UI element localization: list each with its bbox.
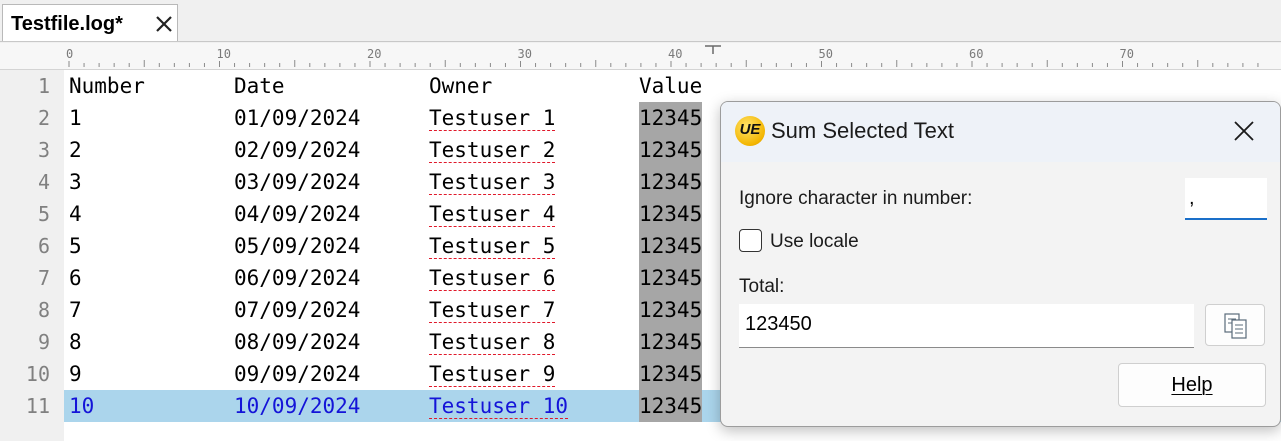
total-label: Total: [739, 276, 785, 297]
header-owner: Owner [429, 74, 493, 98]
cell-date: 04/09/2024 [234, 202, 361, 226]
dialog-title: Sum Selected Text [771, 118, 955, 143]
cell-owner: Testuser 9 [429, 362, 556, 386]
total-field[interactable]: 123450 [739, 304, 1194, 348]
ruler-mark-label: 40 [668, 47, 682, 61]
line-number: 2 [37, 106, 50, 130]
close-icon[interactable] [1229, 116, 1259, 146]
line-number: 7 [37, 266, 50, 290]
ignore-character-label: Ignore character in number: [739, 188, 973, 209]
cell-value-selected: 12345 [639, 358, 703, 390]
dialog-title-bar[interactable]: UE Sum Selected Text [721, 102, 1280, 162]
cell-date: 02/09/2024 [234, 138, 361, 162]
logo-text: UE [739, 121, 761, 138]
cell-owner: Testuser 10 [429, 394, 569, 418]
ruler-caret-marker [705, 45, 721, 54]
line-number: 11 [25, 394, 50, 418]
sum-selected-text-dialog: UE Sum Selected Text Ignore character in… [720, 101, 1281, 427]
cell-number: 9 [69, 362, 82, 386]
cell-number: 2 [69, 138, 82, 162]
ruler-mark-label: 30 [518, 47, 532, 61]
cell-number: 10 [69, 394, 95, 418]
header-date: Date [234, 74, 285, 98]
cell-date: 01/09/2024 [234, 106, 361, 130]
line-number: 3 [37, 138, 50, 162]
column-ruler[interactable]: 0 10 20 30 40 50 60 70 [0, 43, 1281, 70]
tab-testfile[interactable]: Testfile.log* [2, 4, 178, 41]
use-locale-checkbox[interactable] [739, 229, 762, 252]
cell-date: 09/09/2024 [234, 362, 361, 386]
tab-label: Testfile.log* [11, 13, 123, 35]
cell-date: 03/09/2024 [234, 170, 361, 194]
cell-owner: Testuser 2 [429, 138, 556, 162]
cell-value-selected: 12345 [639, 134, 703, 166]
cell-owner: Testuser 7 [429, 298, 556, 322]
close-icon[interactable] [153, 13, 175, 35]
cell-date: 06/09/2024 [234, 266, 361, 290]
cell-date: 08/09/2024 [234, 330, 361, 354]
cell-owner: Testuser 4 [429, 202, 556, 226]
cell-date: 07/09/2024 [234, 298, 361, 322]
cell-number: 3 [69, 170, 82, 194]
header-number: Number [69, 74, 145, 98]
line-number: 4 [37, 170, 50, 194]
help-label: Help [1171, 374, 1213, 396]
line-number: 10 [25, 362, 50, 386]
cell-date: 10/09/2024 [234, 394, 361, 418]
ruler-mark-label: 70 [1120, 47, 1134, 61]
cell-number: 8 [69, 330, 82, 354]
ruler-mark-label: 20 [367, 47, 381, 61]
cell-value-selected: 12345 [639, 166, 703, 198]
header-value: Value [639, 74, 703, 98]
ruler-ticks: 0 10 20 30 40 50 60 70 [66, 45, 1259, 67]
cell-value-selected: 12345 [639, 198, 703, 230]
cell-owner: Testuser 8 [429, 330, 556, 354]
cell-number: 7 [69, 298, 82, 322]
line-number: 6 [37, 234, 50, 258]
cell-value-selected: 12345 [639, 326, 703, 358]
ruler-mark-label: 50 [819, 47, 833, 61]
help-button[interactable]: Help [1118, 363, 1266, 407]
cell-value-selected: 12345 [639, 102, 703, 134]
cell-owner: Testuser 6 [429, 266, 556, 290]
cell-number: 5 [69, 234, 82, 258]
cell-date: 05/09/2024 [234, 234, 361, 258]
line-number: 8 [37, 298, 50, 322]
cell-value-selected: 12345 [639, 230, 703, 262]
copy-button[interactable] [1205, 304, 1265, 346]
cell-owner: Testuser 3 [429, 170, 556, 194]
use-locale-label[interactable]: Use locale [770, 231, 859, 253]
line-number: 1 [37, 74, 50, 98]
cell-value-selected: 12345 [639, 390, 703, 422]
line-number: 9 [37, 330, 50, 354]
cell-number: 6 [69, 266, 82, 290]
ignore-character-input[interactable] [1185, 178, 1267, 220]
cell-owner: Testuser 1 [429, 106, 556, 130]
cell-value-selected: 12345 [639, 294, 703, 326]
cell-number: 4 [69, 202, 82, 226]
tab-bar: Testfile.log* [0, 0, 1281, 42]
ruler-mark-label: 10 [217, 47, 231, 61]
ruler-mark-label: 0 [66, 47, 73, 61]
ultraedit-logo-icon: UE [735, 116, 765, 146]
cell-value-selected: 12345 [639, 262, 703, 294]
ruler-mark-label: 60 [969, 47, 983, 61]
cell-number: 1 [69, 106, 82, 130]
table-header-row[interactable]: Number Date Owner Value [64, 70, 1281, 102]
cell-owner: Testuser 5 [429, 234, 556, 258]
copy-icon [1224, 313, 1247, 339]
line-number: 5 [37, 202, 50, 226]
line-number-gutter: 1 2 3 4 5 6 7 8 9 10 11 [0, 70, 64, 441]
